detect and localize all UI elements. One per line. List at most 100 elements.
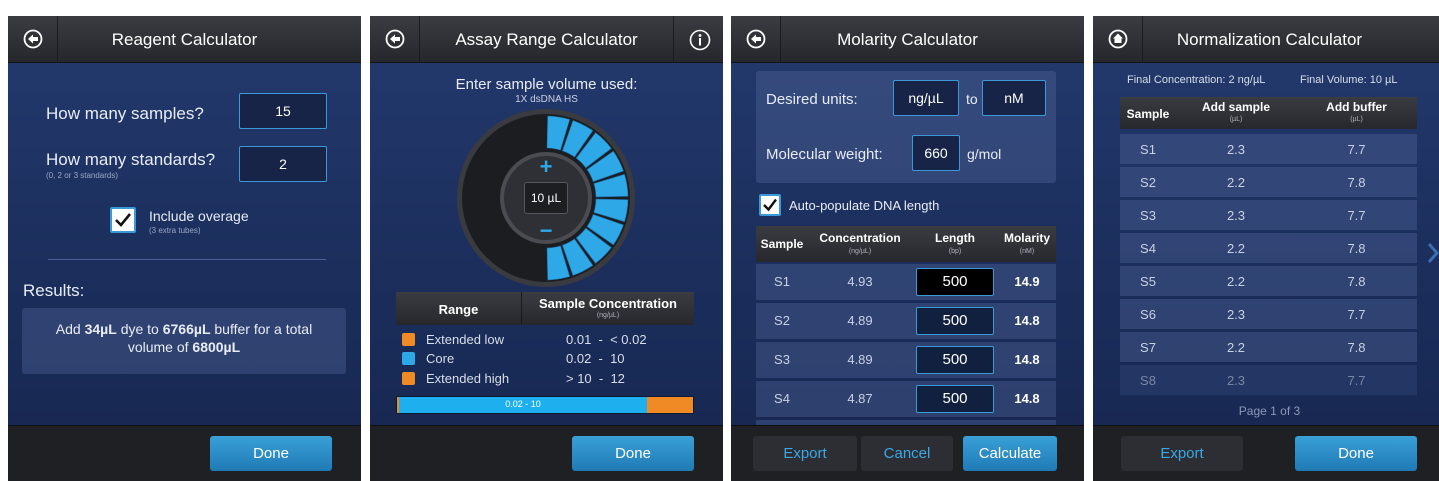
divider [48,259,326,260]
length-input[interactable]: 500 [916,385,994,413]
screen-title: Reagent Calculator [111,30,258,49]
range-name: Extended high [426,371,510,386]
cell-add-sample: 2.2 [1226,175,1246,190]
screen-title: Molarity Calculator [837,30,978,49]
cell-sample: S5 [1140,274,1156,289]
screen-title: Normalization Calculator [1176,30,1363,49]
table-row: S3 2.3 7.7 [1120,200,1417,230]
buffer-amount: 6766µL [162,321,211,337]
cell-concentration: 4.93 [847,274,873,289]
calculate-button[interactable]: Calculate [963,436,1057,471]
cell-add-buffer: 7.7 [1347,208,1366,223]
table-row: S1 2.3 7.7 [1120,134,1417,164]
samples-question: How many samples? [46,104,204,123]
assay-name: 1X dsDNA HS [515,94,578,105]
range-value: 0.01 - < 0.02 [566,332,647,347]
standards-question: How many standards? [46,150,216,169]
page-indicator: Page 1 of 3 [1238,404,1301,418]
cell-sample: S2 [774,313,790,328]
col-length-unit: (bp) [948,248,962,255]
done-button[interactable]: Done [1295,436,1417,471]
assay-range-calculator-screen: Assay Range Calculator Enter sample volu… [370,16,723,481]
range-name: Extended low [426,332,505,347]
range-legend: Extended low 0.01 - < 0.02 Core 0.02 - 1… [402,331,692,388]
dye-amount: 34µL [84,321,117,337]
cell-sample: S4 [1140,241,1156,256]
overage-checkbox[interactable] [110,207,136,233]
footer-bar: Done [370,425,723,481]
col-sample-concentration: Sample Concentration [539,296,677,311]
footer-bar: Done [8,425,361,481]
molecular-weight-unit: g/mol [967,146,1002,162]
desired-units-label: Desired units: [766,91,858,108]
molarity-calculator-screen: Molarity Calculator Desired units: ng/µL… [731,16,1084,481]
table-row: S4 4.87 500 14.8 [756,381,1056,417]
header-bar: Molarity Calculator [731,16,1084,63]
next-page-chevron-icon[interactable] [1427,242,1439,264]
final-volume: Final Volume: 10 µL [1300,74,1398,86]
unit-to-select[interactable]: nM [982,80,1046,116]
cell-add-sample: 2.3 [1226,142,1246,157]
header-bar: Assay Range Calculator [370,16,723,63]
export-button[interactable]: Export [1121,436,1243,471]
cell-add-buffer: 7.8 [1347,340,1366,355]
cell-concentration: 4.89 [847,313,873,328]
col-sample: Sample [760,237,804,251]
col-concentration-unit: (ng/µL) [848,248,872,255]
auto-populate-checkbox[interactable] [759,194,781,216]
col-add-buffer: Add buffer [1326,100,1387,114]
cancel-button[interactable]: Cancel [861,436,953,471]
done-button[interactable]: Done [210,436,332,471]
range-table-header: Range Sample Concentration (ng/µL) [396,292,694,325]
results-box: Add 34µL dye to 6766µL buffer for a tota… [22,308,346,374]
col-conc-unit: (ng/µL) [596,312,620,319]
molecular-weight-input[interactable]: 660 [912,135,960,171]
range-value: > 10 - 12 [566,371,625,386]
samples-input[interactable]: 15 [239,93,327,129]
header-bar: Normalization Calculator [1093,16,1439,63]
cell-sample: S8 [1140,373,1156,388]
reagent-calculator-screen: Reagent Calculator How many samples? 15 … [8,16,361,481]
results-line-2: volume of 6800µL [127,339,241,355]
auto-populate-label: Auto-populate DNA length [789,198,940,213]
range-swatch [402,372,415,385]
cell-sample: S3 [1140,208,1156,223]
volume-prompt: Enter sample volume used: [455,76,638,93]
dial-value-display: 10 µL [524,182,568,214]
cell-add-buffer: 7.7 [1347,307,1366,322]
col-range: Range [438,302,479,317]
cell-sample: S4 [774,391,790,406]
cell-add-sample: 2.3 [1226,373,1246,388]
header-bar: Reagent Calculator [8,16,361,63]
cell-sample: S2 [1140,175,1156,190]
range-swatch [402,352,415,365]
footer-bar: Export Done [1093,425,1439,481]
length-input[interactable]: 500 [916,307,994,335]
cell-sample: S1 [774,274,790,289]
info-icon [689,29,711,51]
normalization-calculator-screen: Normalization Calculator Final Concentra… [1093,16,1439,481]
table-row: S6 2.3 7.7 [1120,299,1417,329]
footer-bar: Export Cancel Calculate [731,425,1084,481]
unit-from-select[interactable]: ng/µL [893,80,959,116]
results-label: Results: [23,281,85,300]
col-sample: Sample [1126,107,1170,121]
standards-input[interactable]: 2 [239,146,327,182]
table-row: S8 2.3 7.7 [1120,365,1417,395]
cell-sample: S6 [1140,307,1156,322]
export-button[interactable]: Export [753,436,857,471]
increment-button[interactable]: + [532,154,560,180]
decrement-button[interactable]: − [532,218,560,244]
col-molarity: Molarity [1003,231,1050,245]
table-row: S1 4.93 500 14.9 [756,264,1056,300]
range-value: 0.02 - 10 [566,351,625,366]
length-input[interactable]: 500 [916,346,994,374]
table-row: S4 2.2 7.8 [1120,233,1417,263]
cell-concentration: 4.87 [847,391,873,406]
info-button[interactable] [673,16,723,63]
length-input[interactable]: 500 [916,268,994,296]
range-row: Core 0.02 - 10 [402,348,692,368]
col-molarity-unit: (nM) [1019,248,1035,255]
done-button[interactable]: Done [572,436,694,471]
molarity-table-header: Sample Concentration (ng/µL) Length (bp)… [756,226,1056,262]
